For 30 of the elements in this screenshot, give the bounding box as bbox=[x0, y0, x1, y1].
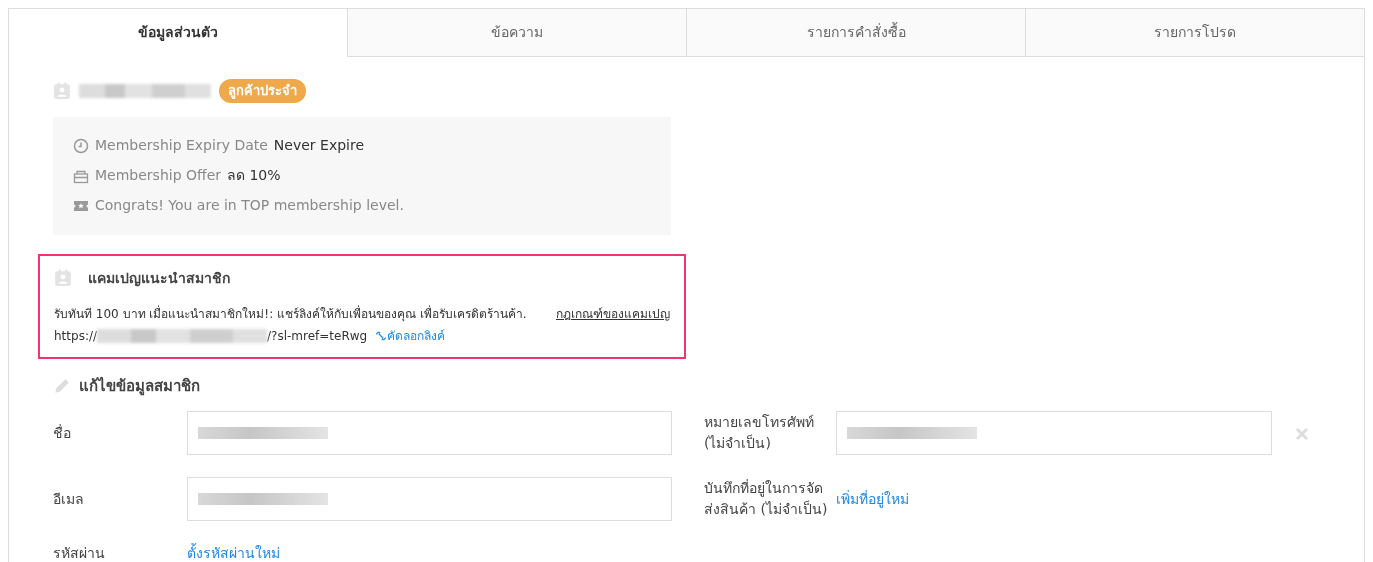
tab[interactable]: รายการโปรด bbox=[1025, 9, 1364, 57]
input-field[interactable] bbox=[187, 477, 672, 521]
field-label: อีเมล bbox=[53, 489, 85, 509]
url-suffix: /?sl-mref=teRwg bbox=[267, 327, 368, 345]
membership-value: ลด 10% bbox=[227, 166, 281, 185]
field-label: รหัสผ่าน bbox=[53, 544, 106, 562]
membership-label: Membership Offer bbox=[95, 166, 221, 185]
campaign-description: รับทันที 100 บาท เมื่อแนะนำสมาชิกใหม่!: แชร์ลิงค์ให้กับเพื่อนของคุณ เพื่อรับเครดิตร้านค้า. bbox=[54, 304, 527, 323]
copy-link[interactable]: คัดลอกลิงค์ bbox=[375, 326, 446, 345]
tab[interactable]: รายการคำสั่งซื้อ bbox=[686, 9, 1025, 57]
rules-link[interactable]: กฎเกณฑ์ของแคมเปญ bbox=[556, 304, 670, 323]
contact-icon bbox=[54, 269, 72, 287]
input-field[interactable] bbox=[836, 411, 1272, 455]
field-label: ชื่อ bbox=[53, 423, 72, 443]
membership-label: Congrats! You are in TOP membership level. bbox=[95, 196, 404, 215]
clock-icon bbox=[73, 137, 89, 154]
field-label: บันทึกที่อยู่ในการจัดส่งสินค้า (ไม่จำเป็น) bbox=[704, 478, 829, 519]
add-link[interactable]: เพิ่มที่อยู่ใหม่ bbox=[836, 490, 909, 507]
section-title: แก้ไขข้อมูลสมาชิก bbox=[79, 375, 200, 397]
contact-icon bbox=[53, 81, 71, 100]
add-link[interactable]: ตั้งรหัสผ่านใหม่ bbox=[187, 545, 280, 561]
campaign-title: แคมเปญแนะนำสมาชิก bbox=[88, 268, 230, 289]
url-prefix: https:// bbox=[54, 327, 97, 345]
input-field[interactable] bbox=[187, 411, 672, 455]
field-label: หมายเลขโทรศัพท์ (ไม่จำเป็น) bbox=[704, 413, 815, 453]
member-badge: ลูกค้าประจำ bbox=[219, 79, 306, 103]
membership-value: Never Expire bbox=[273, 136, 364, 155]
pencil-icon bbox=[53, 376, 71, 395]
tab[interactable]: ข้อความ bbox=[347, 9, 686, 57]
membership-label: Membership Expiry Date bbox=[95, 136, 268, 155]
